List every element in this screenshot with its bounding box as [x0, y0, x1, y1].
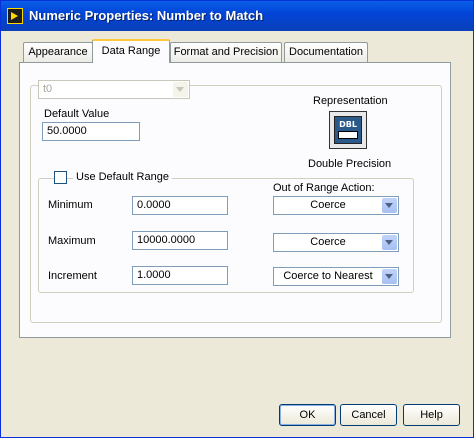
minimum-input[interactable]: 0.0000	[132, 196, 228, 215]
representation-button[interactable]: DBL	[329, 111, 367, 149]
tab-appearance[interactable]: Appearance	[23, 42, 93, 62]
minimum-label: Minimum	[48, 199, 93, 211]
dropdown-arrow-icon[interactable]	[382, 198, 397, 213]
minimum-action-select[interactable]: Coerce	[273, 196, 399, 215]
increment-label: Increment	[48, 270, 97, 282]
representation-icon-text: DBL	[339, 120, 357, 129]
increment-action-value: Coerce to Nearest	[283, 270, 373, 282]
title-bar[interactable]: Numeric Properties: Number to Match	[1, 1, 473, 31]
out-of-range-action-label: Out of Range Action:	[273, 182, 375, 194]
help-button[interactable]: Help	[403, 404, 460, 426]
increment-input[interactable]: 1.0000	[132, 266, 228, 285]
tab-format-and-precision[interactable]: Format and Precision	[170, 42, 282, 62]
type-select[interactable]: t0	[38, 80, 190, 99]
representation-icon-bar	[338, 131, 358, 139]
window-title: Numeric Properties: Number to Match	[29, 8, 264, 23]
increment-action-select[interactable]: Coerce to Nearest	[273, 267, 399, 286]
type-select-value: t0	[43, 83, 53, 95]
dbl-representation-icon: DBL	[334, 116, 362, 144]
dropdown-arrow-icon[interactable]	[173, 82, 188, 97]
maximum-action-select[interactable]: Coerce	[273, 233, 399, 252]
ok-button[interactable]: OK	[279, 404, 336, 426]
default-value-label: Default Value	[44, 108, 110, 120]
dropdown-arrow-icon[interactable]	[382, 235, 397, 250]
tab-data-range[interactable]: Data Range	[92, 39, 170, 63]
maximum-action-value: Coerce	[310, 236, 346, 248]
representation-value: Double Precision	[308, 158, 392, 170]
representation-label: Representation	[313, 95, 388, 107]
default-value-input[interactable]: 50.0000	[42, 122, 140, 141]
minimum-action-value: Coerce	[310, 199, 346, 211]
dropdown-arrow-icon[interactable]	[382, 269, 397, 284]
labview-app-icon	[7, 8, 23, 24]
tab-documentation[interactable]: Documentation	[284, 42, 368, 62]
maximum-input[interactable]: 10000.0000	[132, 231, 228, 250]
cancel-button[interactable]: Cancel	[340, 404, 397, 426]
data-range-panel: t0 Default Value 50.0000 Representation …	[19, 62, 451, 338]
use-default-range-label[interactable]: Use Default Range	[73, 171, 172, 183]
numeric-properties-dialog: Numeric Properties: Number to Match Appe…	[0, 0, 474, 438]
use-default-range-checkbox[interactable]	[54, 171, 67, 184]
maximum-label: Maximum	[48, 235, 96, 247]
